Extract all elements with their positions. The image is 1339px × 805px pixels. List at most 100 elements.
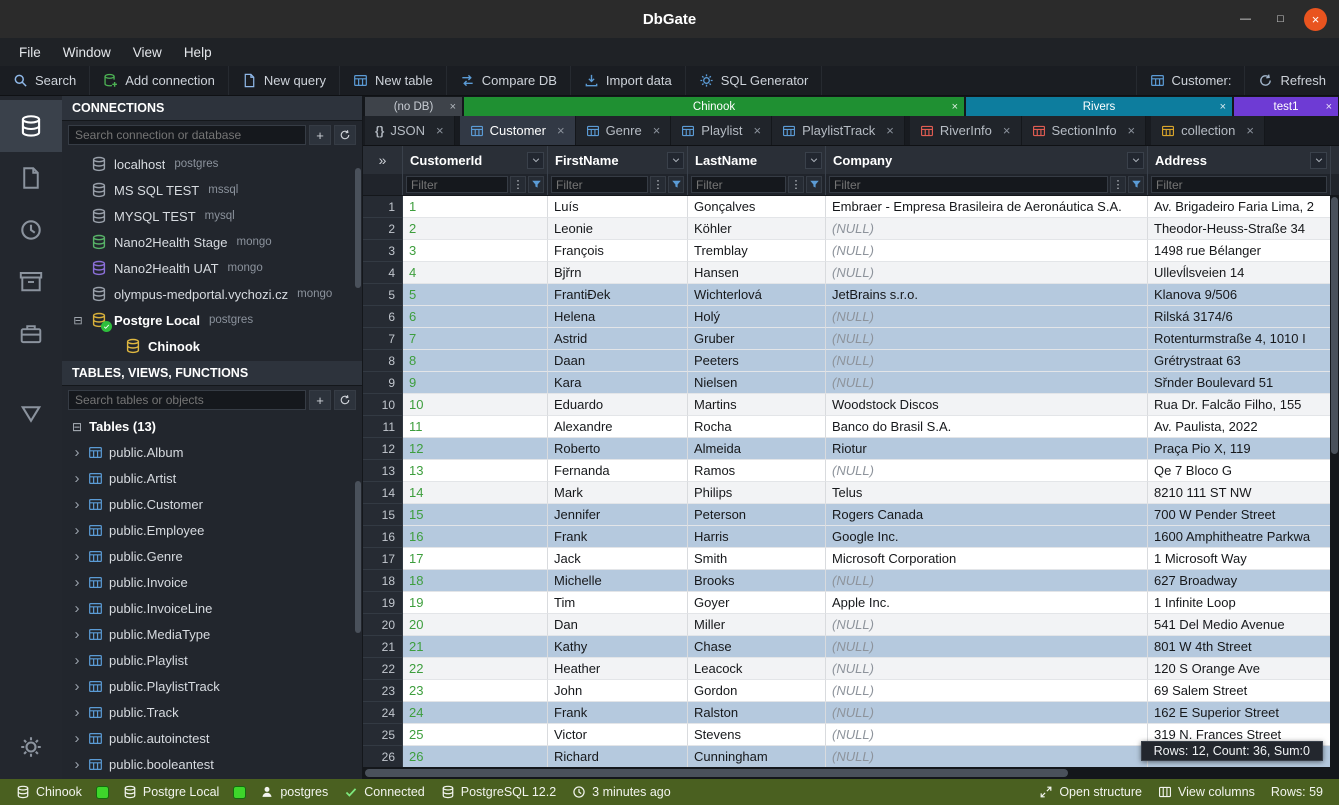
grid-horizontal-scrollbar[interactable] <box>363 767 1339 779</box>
cell-lastname[interactable]: Miller <box>688 614 826 636</box>
column-header-lastname[interactable]: LastName <box>688 146 826 174</box>
menu-item-help[interactable]: Help <box>173 41 223 64</box>
cell-address[interactable]: Av. Brigadeiro Faria Lima, 2 <box>1148 196 1331 218</box>
cell-firstname[interactable]: Luís <box>548 196 688 218</box>
expander-icon[interactable]: ⊟ <box>72 314 84 327</box>
cell-firstname[interactable]: Leonie <box>548 218 688 240</box>
table-item-public-employee[interactable]: ›public.Employee <box>72 517 362 543</box>
cell-customerid[interactable]: 22 <box>403 658 548 680</box>
tab-playlist[interactable]: Playlist× <box>671 116 772 145</box>
chevron-right-icon[interactable]: › <box>72 496 82 513</box>
cell-address[interactable]: Sřnder Boulevard 51 <box>1148 372 1331 394</box>
cell-company[interactable]: Apple Inc. <box>826 592 1148 614</box>
funnel-icon[interactable] <box>528 176 544 193</box>
cell-company[interactable]: Telus <box>826 482 1148 504</box>
close-icon[interactable]: × <box>1003 123 1011 138</box>
cell-customerid[interactable]: 24 <box>403 702 548 724</box>
cell-firstname[interactable]: Victor <box>548 724 688 746</box>
column-header-firstname[interactable]: FirstName <box>548 146 688 174</box>
cell-company[interactable]: (NULL) <box>826 240 1148 262</box>
cell-address[interactable]: 700 W Pender Street <box>1148 504 1331 526</box>
filter-menu-button[interactable]: ⋮ <box>788 176 804 193</box>
cell-lastname[interactable]: Philips <box>688 482 826 504</box>
cell-customerid[interactable]: 18 <box>403 570 548 592</box>
filter-input[interactable] <box>406 176 508 193</box>
cell-lastname[interactable]: Gruber <box>688 328 826 350</box>
cell-lastname[interactable]: Harris <box>688 526 826 548</box>
cell-firstname[interactable]: Fernanda <box>548 460 688 482</box>
connections-scrollbar[interactable] <box>355 151 361 359</box>
row-number[interactable]: 15 <box>363 504 403 526</box>
cell-lastname[interactable]: Cunningham <box>688 746 826 767</box>
table-item-public-playlisttrack[interactable]: ›public.PlaylistTrack <box>72 673 362 699</box>
minimize-button[interactable]: — <box>1234 8 1257 31</box>
expand-all-button[interactable]: » <box>363 146 403 174</box>
cell-firstname[interactable]: FrantiĐek <box>548 284 688 306</box>
cell-firstname[interactable]: Mark <box>548 482 688 504</box>
close-icon[interactable]: × <box>450 101 456 113</box>
filter-input[interactable] <box>1151 176 1327 193</box>
toolbar-button-new-table[interactable]: New table <box>340 66 447 95</box>
row-number[interactable]: 9 <box>363 372 403 394</box>
chevron-right-icon[interactable]: › <box>72 600 82 617</box>
cell-lastname[interactable]: Nielsen <box>688 372 826 394</box>
cell-lastname[interactable]: Peterson <box>688 504 826 526</box>
filter-input[interactable] <box>691 176 786 193</box>
table-item-public-autoinctest[interactable]: ›public.autoinctest <box>72 725 362 751</box>
maximize-button[interactable]: □ <box>1269 8 1292 31</box>
cell-firstname[interactable]: Michelle <box>548 570 688 592</box>
toolbar-button-sql-generator[interactable]: SQL Generator <box>686 66 823 95</box>
cell-customerid[interactable]: 16 <box>403 526 548 548</box>
row-number[interactable]: 21 <box>363 636 403 658</box>
cell-address[interactable]: 8210 111 ST NW <box>1148 482 1331 504</box>
cell-address[interactable]: 801 W 4th Street <box>1148 636 1331 658</box>
cell-company[interactable]: (NULL) <box>826 262 1148 284</box>
cell-address[interactable]: 1600 Amphitheatre Parkwa <box>1148 526 1331 548</box>
cell-customerid[interactable]: 9 <box>403 372 548 394</box>
cell-lastname[interactable]: Leacock <box>688 658 826 680</box>
toolbar-button-import-data[interactable]: Import data <box>571 66 686 95</box>
toolbar-button-refresh[interactable]: Refresh <box>1244 66 1339 95</box>
cell-customerid[interactable]: 2 <box>403 218 548 240</box>
menu-item-file[interactable]: File <box>8 41 52 64</box>
cell-firstname[interactable]: Helena <box>548 306 688 328</box>
cell-firstname[interactable]: Kara <box>548 372 688 394</box>
database-tab-chinook[interactable]: Chinook× <box>464 97 964 116</box>
cell-firstname[interactable]: Alexandre <box>548 416 688 438</box>
tables-scrollbar[interactable] <box>355 441 361 777</box>
cell-firstname[interactable]: Heather <box>548 658 688 680</box>
cell-company[interactable]: Banco do Brasil S.A. <box>826 416 1148 438</box>
sidebar-icon-connections[interactable] <box>0 100 62 152</box>
table-item-public-playlist[interactable]: ›public.Playlist <box>72 647 362 673</box>
sidebar-icon-single-database[interactable] <box>0 388 62 440</box>
statusbar-view-columns[interactable]: View columns <box>1150 785 1263 799</box>
add-connection-small-button[interactable]: + <box>309 125 331 145</box>
row-number[interactable]: 20 <box>363 614 403 636</box>
sidebar-icon-archive[interactable] <box>0 308 62 360</box>
filter-menu-button[interactable]: ⋮ <box>1110 176 1126 193</box>
close-icon[interactable]: × <box>753 123 761 138</box>
cell-lastname[interactable]: Ralston <box>688 702 826 724</box>
row-number[interactable]: 22 <box>363 658 403 680</box>
cell-address[interactable]: 162 E Superior Street <box>1148 702 1331 724</box>
cell-company[interactable]: (NULL) <box>826 328 1148 350</box>
cell-company[interactable]: (NULL) <box>826 218 1148 240</box>
row-number[interactable]: 6 <box>363 306 403 328</box>
chevron-right-icon[interactable]: › <box>72 756 82 773</box>
filter-input[interactable] <box>829 176 1108 193</box>
row-number[interactable]: 24 <box>363 702 403 724</box>
cell-firstname[interactable]: Kathy <box>548 636 688 658</box>
connection-item-postgre-local[interactable]: ⊟Postgre Localpostgres <box>62 307 362 333</box>
connection-item-ms-sql-test[interactable]: MS SQL TESTmssql <box>62 177 362 203</box>
column-dropdown-button[interactable] <box>805 152 822 169</box>
cell-lastname[interactable]: Rocha <box>688 416 826 438</box>
cell-lastname[interactable]: Martins <box>688 394 826 416</box>
toolbar-button-search[interactable]: Search <box>0 66 90 95</box>
row-number[interactable]: 7 <box>363 328 403 350</box>
cell-customerid[interactable]: 1 <box>403 196 548 218</box>
cell-address[interactable]: Praça Pio X, 119 <box>1148 438 1331 460</box>
connection-item-mysql-test[interactable]: MYSQL TESTmysql <box>62 203 362 229</box>
row-number[interactable]: 8 <box>363 350 403 372</box>
toolbar-button-customer[interactable]: Customer: <box>1136 66 1245 95</box>
column-dropdown-button[interactable] <box>1310 152 1327 169</box>
